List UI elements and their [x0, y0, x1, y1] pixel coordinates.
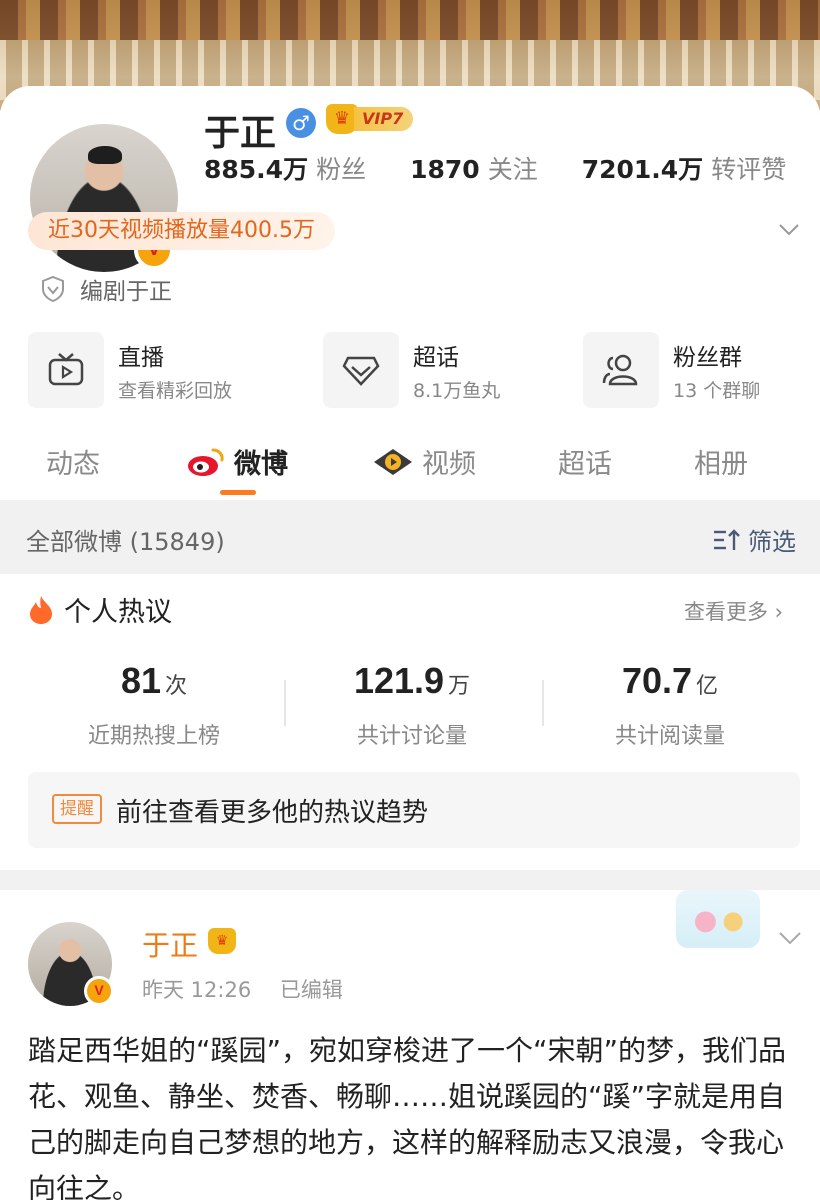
flame-icon: [30, 595, 52, 624]
reminder-tag: 提醒: [52, 794, 102, 824]
tv-icon: [28, 332, 104, 408]
profile-tabs: 动态 微博 视频 超话 相册: [0, 436, 820, 496]
male-icon: ♂: [286, 108, 316, 138]
weibo-post: V 于正 ♛ 昨天 12:26 已编辑 踏足西华姐的“蹊园”，宛如穿梭进了一个“…: [0, 890, 820, 1200]
post-meta: 昨天 12:26 已编辑: [142, 974, 365, 1004]
engagement-stat[interactable]: 7201.4万 转评赞: [582, 150, 787, 186]
reminder-text: 前往查看更多他的热议趋势: [116, 798, 429, 828]
hot-section-title: 个人热议: [28, 590, 172, 629]
cover-roofs: [0, 0, 820, 40]
video-plays-pill[interactable]: 近30天视频播放量400.5万: [28, 212, 335, 250]
service-subtitle: 13 个群聊: [673, 380, 761, 402]
service-subtitle: 查看精彩回放: [118, 380, 233, 402]
chevron-down-icon[interactable]: [778, 930, 802, 946]
filter-button[interactable]: 筛选: [712, 522, 796, 557]
all-posts-count: 全部微博 (15849): [26, 528, 225, 556]
role-text: 编剧于正: [80, 279, 172, 305]
active-tab-indicator: [220, 490, 256, 495]
following-stat[interactable]: 1870 关注: [410, 150, 538, 186]
filter-icon: [714, 528, 740, 550]
service-title: 直播: [118, 345, 164, 371]
service-subtitle: 8.1万鱼丸: [413, 380, 501, 402]
weibo-logo-icon: [188, 448, 224, 476]
discussion-metric: 121.9 万 共计讨论量: [353, 660, 471, 749]
service-title: 粉丝群: [673, 345, 742, 371]
followers-stat[interactable]: 885.4万 粉丝: [204, 150, 366, 186]
tab-album[interactable]: 相册: [694, 442, 748, 481]
diamond-icon: [323, 332, 399, 408]
post-text: 踏足西华姐的“蹊园”，宛如穿梭进了一个“宋朝”的梦，我们品花、观鱼、静坐、焚香、…: [28, 1034, 787, 1200]
tab-weibo[interactable]: 微博: [186, 442, 288, 481]
chevron-down-icon[interactable]: [778, 218, 800, 240]
filter-bar: 全部微博 (15849) 筛选: [0, 502, 820, 574]
reads-metric: 70.7 亿 共计阅读量: [614, 660, 725, 749]
profile-name: 于正: [204, 113, 277, 154]
edited-label: 已编辑: [279, 978, 343, 1002]
post-author[interactable]: 于正: [142, 924, 198, 964]
hot-search-metric: 81 次 近期热搜上榜: [87, 660, 220, 749]
see-more-link[interactable]: 查看更多 ›: [684, 596, 783, 626]
verified-badge-icon: V: [84, 976, 114, 1006]
profile-card: V 于正 ♂ ♛ VIP7 885.4万粉丝 1870关注 7201.4万转评赞…: [0, 86, 820, 500]
personal-hot-section: 个人热议 查看更多 › 81 次 近期热搜上榜 121.9 万 共计讨论量 70.7…: [0, 574, 820, 870]
crown-icon: ♛: [208, 928, 236, 954]
tab-feed[interactable]: 动态: [46, 442, 100, 481]
verification-info: 编剧于正: [40, 272, 172, 306]
vip-badge[interactable]: ♛ VIP7: [326, 104, 414, 134]
tab-video[interactable]: 视频: [372, 442, 476, 481]
shield-icon: [42, 275, 64, 303]
vip-level: VIP7: [354, 107, 414, 131]
decoration-sticker: [676, 890, 760, 948]
video-play-icon: [374, 448, 412, 475]
tab-supertopic[interactable]: 超话: [558, 442, 612, 481]
group-icon: [583, 332, 659, 408]
service-row: 直播 查看精彩回放 超话 8.1万鱼丸 粉丝群 13 个群聊: [28, 332, 818, 408]
post-time: 昨天 12:26: [142, 978, 252, 1002]
service-title: 超话: [413, 345, 459, 371]
hot-trend-reminder[interactable]: 提醒 前往查看更多他的热议趋势: [28, 772, 800, 848]
profile-stats: 885.4万 粉丝 1870 关注 7201.4万 转评赞: [204, 150, 820, 186]
